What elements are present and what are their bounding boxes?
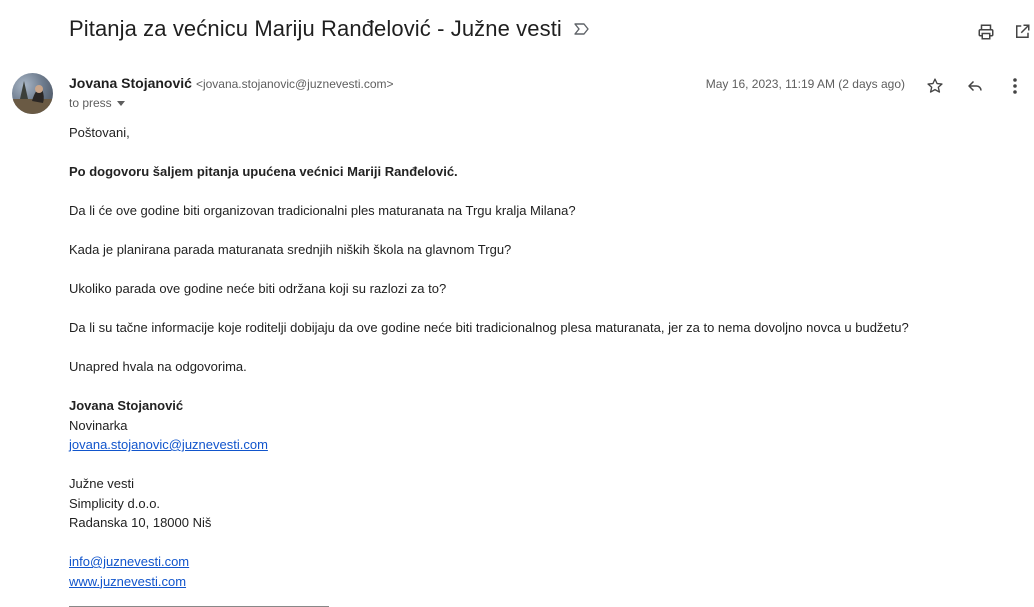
email-body: Poštovani, Po dogovoru šaljem pitanja up… <box>69 123 1019 607</box>
print-icon[interactable] <box>974 20 998 44</box>
signature-email-link[interactable]: jovana.stojanovic@juznevesti.com <box>69 437 268 452</box>
email-date: May 16, 2023, 11:19 AM (2 days ago) <box>705 77 905 91</box>
subject-row: Pitanja za većnicu Mariju Ranđelović - J… <box>69 16 592 42</box>
open-in-new-icon[interactable] <box>1010 20 1034 44</box>
sender-email: <jovana.stojanovic@juznevesti.com> <box>195 77 394 91</box>
message-actions <box>906 75 1026 97</box>
question-3: Ukoliko parada ove godine neće biti održ… <box>69 281 447 296</box>
chevron-down-icon <box>116 100 125 106</box>
intro: Po dogovoru šaljem pitanja upućena većni… <box>69 164 458 179</box>
question-4: Da li su tačne informacije koje roditelj… <box>69 320 909 335</box>
thanks: Unapred hvala na odgovorima. <box>69 359 247 374</box>
question-2: Kada je planirana parada maturanata sred… <box>69 242 512 257</box>
star-icon[interactable] <box>924 75 946 97</box>
recipients-toggle[interactable]: to press <box>69 96 125 110</box>
reply-icon[interactable] <box>964 75 986 97</box>
signature-company: Simplicity d.o.o. <box>69 495 161 511</box>
thread-actions <box>962 20 1034 44</box>
sender-row: Jovana Stojanović <jovana.stojanovic@juz… <box>69 75 394 91</box>
signature-address: Radanska 10, 18000 Niš <box>69 515 212 530</box>
more-vert-icon[interactable] <box>1004 75 1026 97</box>
email-subject: Pitanja za većnicu Mariju Ranđelović - J… <box>69 16 562 41</box>
question-1: Da li će ove godine biti organizovan tra… <box>69 203 576 218</box>
avatar[interactable] <box>12 73 53 114</box>
website-link[interactable]: www.juznevesti.com <box>69 574 186 589</box>
signature-org: Južne vesti <box>69 476 135 491</box>
label-important-icon[interactable] <box>574 20 592 38</box>
info-email-link[interactable]: info@juznevesti.com <box>69 554 189 569</box>
recipients-label: to press <box>69 96 112 110</box>
signature-name: Jovana Stojanović <box>69 398 184 413</box>
sender-name[interactable]: Jovana Stojanović <box>69 75 192 91</box>
signature-title: Novinarka <box>69 417 128 433</box>
greeting: Poštovani, <box>69 125 130 140</box>
